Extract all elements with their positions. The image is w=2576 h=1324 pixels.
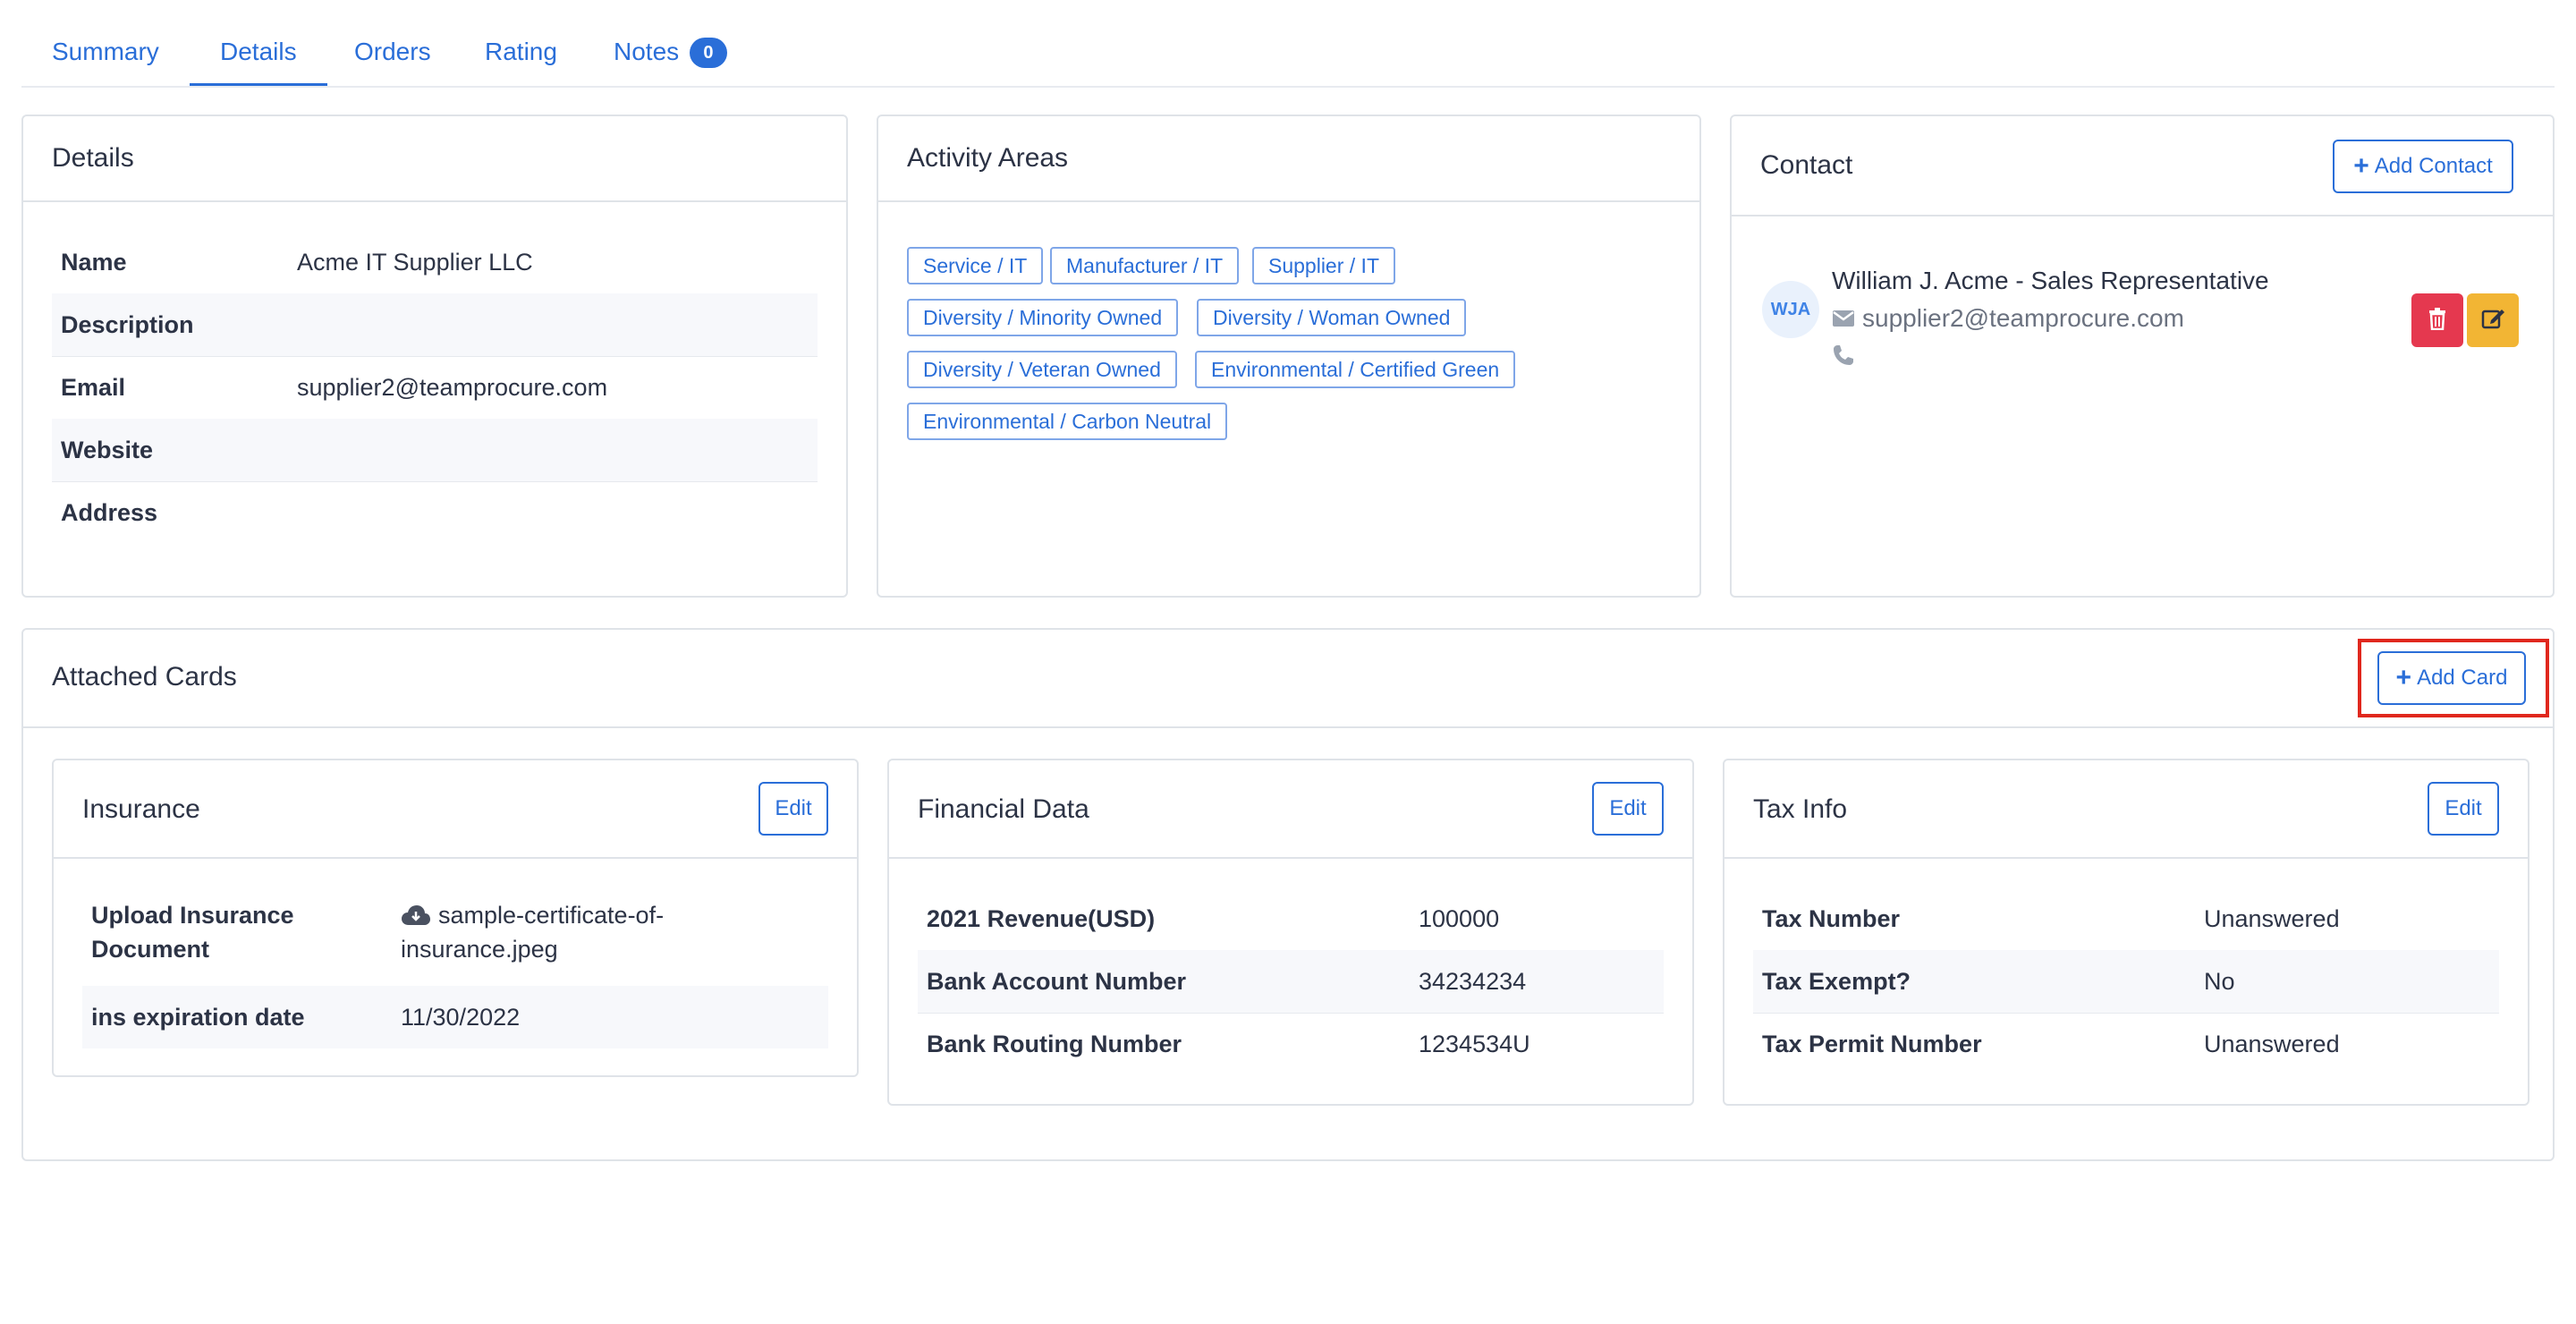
details-row-description: Description: [52, 293, 818, 356]
avatar: WJA: [1762, 281, 1819, 338]
contact-email: supplier2@teamprocure.com: [1862, 304, 2184, 332]
tax-card-title: Tax Info: [1753, 794, 1848, 824]
details-key: Name: [61, 249, 127, 276]
tax-info-card: Tax Info Edit Tax Number Unanswered Tax …: [1723, 759, 2529, 1106]
tab-notes[interactable]: Notes 0: [583, 32, 758, 86]
insurance-key-line: Document: [91, 936, 210, 963]
notes-count-badge: 0: [689, 38, 727, 68]
tax-edit-button[interactable]: Edit: [2428, 782, 2499, 836]
insurance-key-line: Upload Insurance: [91, 902, 294, 929]
supplier-details-page: Summary Details Orders Rating Notes 0 De…: [0, 0, 2576, 1324]
tab-summary[interactable]: Summary: [21, 32, 190, 86]
edit-label: Edit: [775, 796, 812, 820]
add-contact-button[interactable]: + Add Contact: [2333, 140, 2513, 193]
delete-contact-button[interactable]: [2411, 293, 2463, 347]
insurance-key: ins expiration date: [91, 1004, 305, 1031]
tab-bar: Summary Details Orders Rating Notes 0: [21, 0, 2555, 88]
edit-label: Edit: [2445, 796, 2482, 820]
financial-value: 34234234: [1419, 968, 1527, 995]
activity-tag: Service / IT: [907, 247, 1044, 284]
activity-card-title: Activity Areas: [907, 143, 1069, 173]
insurance-document-link[interactable]: sample-certificate-of- insurance.jpeg: [401, 898, 664, 966]
financial-row: 2021 Revenue(USD) 100000: [918, 887, 1664, 950]
details-key: Address: [61, 499, 158, 526]
insurance-card-title: Insurance: [82, 794, 200, 824]
financial-data-card: Financial Data Edit 2021 Revenue(USD) 10…: [887, 759, 1694, 1106]
edit-contact-button[interactable]: [2467, 293, 2519, 347]
insurance-document-name: insurance.jpeg: [401, 936, 558, 963]
contact-email-line: supplier2@teamprocure.com: [1832, 304, 2184, 333]
tax-card-header: Tax Info Edit: [1724, 760, 2528, 859]
attached-cards-header: Attached Cards + Add Card: [23, 630, 2553, 728]
activity-areas-card: Activity Areas Service / IT Manufacturer…: [877, 115, 1701, 598]
details-row-name: Name Acme IT Supplier LLC: [52, 231, 818, 293]
financial-card-header: Financial Data Edit: [889, 760, 1692, 859]
insurance-row-expiration: ins expiration date 11/30/2022: [82, 986, 828, 1048]
add-contact-label: Add Contact: [2374, 154, 2493, 178]
financial-value: 1234534U: [1419, 1031, 1530, 1057]
details-key: Description: [61, 311, 194, 338]
details-key: Website: [61, 437, 154, 463]
details-row-address: Address: [52, 481, 818, 544]
tax-row: Tax Exempt? No: [1753, 950, 2499, 1013]
contact-card: Contact + Add Contact WJA William J. Acm…: [1730, 115, 2555, 598]
tax-value: Unanswered: [2204, 1031, 2340, 1057]
contact-card-title: Contact: [1760, 150, 1853, 180]
financial-key: Bank Routing Number: [927, 1031, 1182, 1057]
financial-edit-button[interactable]: Edit: [1592, 782, 1664, 836]
insurance-value: 11/30/2022: [401, 1004, 521, 1031]
insurance-document-name: sample-certificate-of-: [438, 902, 665, 929]
financial-key: 2021 Revenue(USD): [927, 905, 1156, 932]
details-value: supplier2@teamprocure.com: [297, 374, 608, 401]
insurance-card-header: Insurance Edit: [54, 760, 857, 859]
activity-tag: Supplier / IT: [1252, 247, 1395, 284]
financial-row: Bank Account Number 34234234: [918, 950, 1664, 1013]
details-card-title: Details: [52, 143, 134, 173]
attached-cards-title: Attached Cards: [52, 662, 237, 692]
contact-name: William J. Acme - Sales Representative: [1832, 267, 2269, 294]
edit-icon: [2480, 306, 2505, 335]
contact-card-header: Contact + Add Contact: [1732, 116, 2553, 216]
activity-tag: Diversity / Veteran Owned: [907, 351, 1177, 388]
activity-tag: Diversity / Woman Owned: [1197, 299, 1467, 336]
activity-card-header: Activity Areas: [878, 116, 1699, 202]
financial-card-title: Financial Data: [918, 794, 1089, 824]
details-row-website: Website: [52, 419, 818, 481]
details-value: Acme IT Supplier LLC: [297, 249, 533, 276]
tax-value: No: [2204, 968, 2235, 995]
financial-row: Bank Routing Number 1234534U: [918, 1013, 1664, 1075]
tab-orders[interactable]: Orders: [324, 32, 462, 86]
tab-rating[interactable]: Rating: [454, 32, 588, 86]
cloud-download-icon: [401, 904, 431, 927]
insurance-card: Insurance Edit Upload Insurance Document…: [52, 759, 859, 1077]
tax-key: Tax Number: [1762, 905, 1901, 932]
details-card-header: Details: [23, 116, 846, 202]
plus-icon: +: [2353, 151, 2369, 181]
edit-label: Edit: [1609, 796, 1647, 820]
insurance-edit-button[interactable]: Edit: [758, 782, 828, 836]
tax-key: Tax Exempt?: [1762, 968, 1911, 995]
tax-row: Tax Permit Number Unanswered: [1753, 1013, 2499, 1075]
financial-value: 100000: [1419, 905, 1500, 932]
insurance-key: Upload Insurance Document: [91, 898, 294, 966]
financial-key: Bank Account Number: [927, 968, 1187, 995]
add-card-highlight: [2358, 639, 2549, 717]
activity-tag: Environmental / Certified Green: [1195, 351, 1516, 388]
tax-value: Unanswered: [2204, 905, 2340, 932]
details-card: Details Name Acme IT Supplier LLC Descri…: [21, 115, 848, 598]
tab-details[interactable]: Details: [190, 32, 327, 86]
details-key: Email: [61, 374, 126, 401]
activity-tag: Manufacturer / IT: [1050, 247, 1240, 284]
attached-cards-panel: Attached Cards + Add Card Insurance Edit…: [21, 628, 2555, 1161]
details-row-email: Email supplier2@teamprocure.com: [52, 356, 818, 419]
phone-icon: [1832, 344, 1855, 371]
activity-tag: Environmental / Carbon Neutral: [907, 403, 1228, 440]
tax-row: Tax Number Unanswered: [1753, 887, 2499, 950]
tax-key: Tax Permit Number: [1762, 1031, 1982, 1057]
trash-icon: [2428, 307, 2447, 335]
activity-tag: Diversity / Minority Owned: [907, 299, 1179, 336]
envelope-icon: [1832, 309, 1855, 328]
